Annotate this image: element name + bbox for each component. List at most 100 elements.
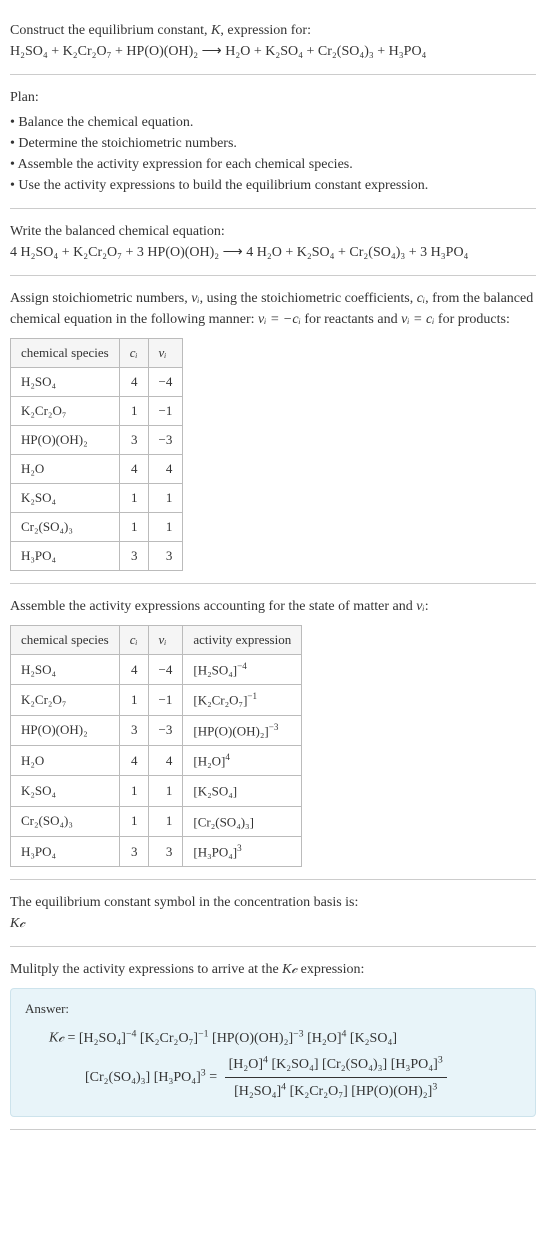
table-row: Cr₂(SO₄)₃11[Cr₂(SO₄)₃] (11, 806, 302, 836)
stoich-section: Assign stoichiometric numbers, νᵢ, using… (10, 276, 536, 584)
cell-species: K₂Cr₂O₇ (11, 397, 120, 426)
term: [K₂SO₄] (350, 1031, 397, 1046)
balanced-heading: Write the balanced chemical equation: (10, 221, 536, 242)
term: [Cr₂(SO₄)₃] (322, 1057, 387, 1072)
cell-species: H₂SO₄ (11, 655, 120, 685)
act-exp: 3 (237, 843, 242, 853)
cell-c: 4 (119, 368, 148, 397)
term-base: [H₃PO₄] (154, 1070, 201, 1085)
table-row: H₂O44 (11, 455, 183, 484)
activity-intro-b: : (425, 599, 429, 614)
term-exp: 4 (281, 1081, 286, 1092)
cell-species: H₂O (11, 745, 120, 775)
cell-nu: 1 (148, 484, 183, 513)
term: [HP(O)(OH)₂]−3 (212, 1031, 304, 1046)
term-base: [HP(O)(OH)₂] (212, 1031, 293, 1046)
symbol-section: The equilibrium constant symbol in the c… (10, 880, 536, 947)
answer-eq: = (64, 1031, 79, 1046)
multiply-kc: K𝒸 (282, 962, 297, 977)
term-base: [H₂SO₄] (234, 1084, 281, 1099)
term: [H₂O]4 (307, 1031, 346, 1046)
cell-c: 1 (119, 776, 148, 806)
cell-activity: [H₂O]4 (183, 745, 302, 775)
cell-c: 4 (119, 655, 148, 685)
term-base: [K₂SO₄] (271, 1057, 318, 1072)
plan-item: Balance the chemical equation. (10, 112, 536, 133)
table-row: H₃PO₄33[H₃PO₄]3 (11, 836, 302, 866)
term-exp: 3 (432, 1081, 437, 1092)
answer-section: Mulitply the activity expressions to arr… (10, 947, 536, 1130)
cell-c: 1 (119, 484, 148, 513)
term-exp: 4 (342, 1028, 347, 1039)
symbol-line: The equilibrium constant symbol in the c… (10, 892, 536, 913)
intro-part1b: , expression for: (220, 23, 311, 38)
activity-intro: Assemble the activity expressions accoun… (10, 596, 536, 617)
term: [Cr₂(SO₄)₃] (85, 1070, 150, 1085)
term: [H₂SO₄]4 (234, 1084, 286, 1099)
th-c: cᵢ (119, 626, 148, 655)
act-base: [K₂Cr₂O₇] (193, 693, 247, 708)
cell-species: H₃PO₄ (11, 542, 120, 571)
act-exp: −4 (237, 661, 247, 671)
cell-activity: [HP(O)(OH)₂]−3 (183, 715, 302, 745)
table-row: K₂SO₄11 (11, 484, 183, 513)
cell-nu: 3 (148, 836, 183, 866)
activity-table: chemical species cᵢ νᵢ activity expressi… (10, 625, 302, 867)
cell-species: H₂O (11, 455, 120, 484)
stoich-c: cᵢ (417, 291, 425, 306)
cell-activity: [H₂SO₄]−4 (183, 655, 302, 685)
term-base: [K₂SO₄] (350, 1031, 397, 1046)
cell-species: HP(O)(OH)₂ (11, 426, 120, 455)
term-base: [H₂O] (229, 1057, 263, 1072)
balanced-section: Write the balanced chemical equation: 4 … (10, 209, 536, 276)
cell-nu: −3 (148, 426, 183, 455)
act-base: [K₂SO₄] (193, 784, 237, 799)
multiply-a: Mulitply the activity expressions to arr… (10, 962, 282, 977)
term-exp: −4 (126, 1028, 136, 1039)
table-row: H₂SO₄4−4 (11, 368, 183, 397)
cell-nu: 4 (148, 745, 183, 775)
term-base: [Cr₂(SO₄)₃] (322, 1057, 387, 1072)
cell-nu: 1 (148, 513, 183, 542)
fraction-denominator: [H₂SO₄]4 [K₂Cr₂O₇] [HP(O)(OH)₂]3 (225, 1078, 447, 1104)
term-exp: 4 (263, 1054, 268, 1065)
term-base: [H₂SO₄] (79, 1031, 126, 1046)
cell-c: 4 (119, 455, 148, 484)
table-row: H₂SO₄4 −4[H₂SO₄]−4 (11, 655, 302, 685)
answer-box: Answer: K𝒸 = [H₂SO₄]−4 [K₂Cr₂O₇]−1 [HP(O… (10, 988, 536, 1117)
stoich-intro-e: for products: (434, 312, 509, 327)
th-species: chemical species (11, 339, 120, 368)
cell-species: K₂SO₄ (11, 484, 120, 513)
cell-species: HP(O)(OH)₂ (11, 715, 120, 745)
table-row: HP(O)(OH)₂3−3 (11, 426, 183, 455)
cell-nu: 4 (148, 455, 183, 484)
plan-item: Determine the stoichiometric numbers. (10, 133, 536, 154)
act-base: [HP(O)(OH)₂] (193, 723, 268, 738)
cell-activity: [H₃PO₄]3 (183, 836, 302, 866)
answer-equation: K𝒸 = [H₂SO₄]−4 [K₂Cr₂O₇]−1 [HP(O)(OH)₂]−… (49, 1025, 521, 1051)
table-row: K₂Cr₂O₇1−1 (11, 397, 183, 426)
stoich-intro-b: , using the stoichiometric coefficients, (200, 291, 417, 306)
act-exp: −3 (269, 722, 279, 732)
act-exp: −1 (247, 691, 257, 701)
cell-c: 1 (119, 397, 148, 426)
cell-c: 1 (119, 685, 148, 715)
term-base: [K₂Cr₂O₇] (290, 1084, 348, 1099)
cell-activity: [K₂Cr₂O₇]−1 (183, 685, 302, 715)
plan-section: Plan: Balance the chemical equation. Det… (10, 75, 536, 209)
symbol-kc: K𝒸 (10, 913, 536, 934)
cell-species: Cr₂(SO₄)₃ (11, 806, 120, 836)
act-base: [Cr₂(SO₄)₃] (193, 814, 254, 829)
cell-c: 4 (119, 745, 148, 775)
stoich-rel2: νᵢ = cᵢ (401, 312, 434, 327)
stoich-rel1: νᵢ = −cᵢ (258, 312, 301, 327)
table-row: Cr₂(SO₄)₃11 (11, 513, 183, 542)
act-exp: 4 (225, 752, 230, 762)
intro-text: Construct the equilibrium constant, K, e… (10, 20, 536, 41)
answer-kc: K𝒸 (49, 1031, 64, 1046)
cell-c: 3 (119, 426, 148, 455)
table-row: H₂O44[H₂O]4 (11, 745, 302, 775)
term: [H₂O]4 (229, 1057, 268, 1072)
stoich-intro-d: for reactants and (301, 312, 401, 327)
multiply-line: Mulitply the activity expressions to arr… (10, 959, 536, 980)
